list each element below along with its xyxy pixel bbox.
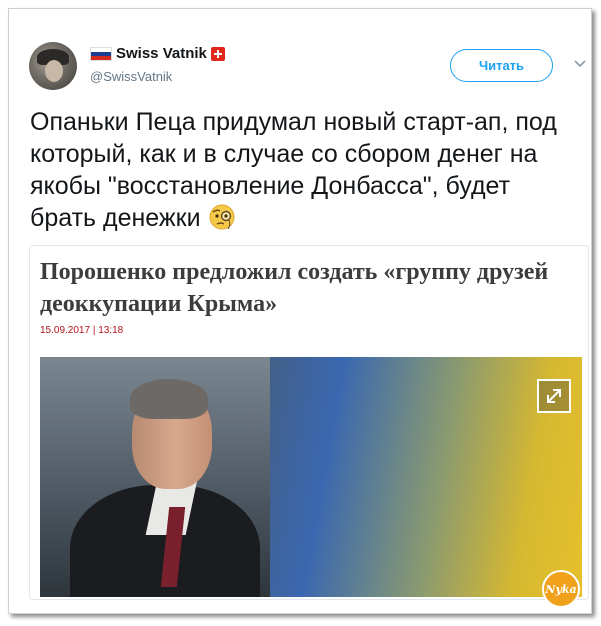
avatar-face — [45, 60, 63, 82]
avatar[interactable] — [29, 42, 77, 90]
card-date: 15.09.2017 | 13:18 — [40, 325, 124, 336]
card-photo[interactable] — [40, 357, 582, 597]
link-card[interactable]: Порошенко предложил создать «группу друз… — [29, 245, 589, 600]
card-title[interactable]: Порошенко предложил создать «группу друз… — [40, 256, 570, 320]
tweet-text: Опаньки Пеца придумал новый старт-ап, по… — [30, 106, 570, 234]
photo-hair — [130, 379, 208, 419]
chevron-down-icon[interactable] — [573, 57, 587, 71]
expand-icon — [547, 389, 561, 403]
watermark-logo: Nyka — [542, 570, 580, 608]
monocle-face-icon — [209, 204, 234, 230]
russia-flag-icon — [90, 46, 112, 61]
tweet-body: Опаньки Пеца придумал новый старт-ап, по… — [30, 108, 557, 232]
display-name[interactable]: Swiss Vatnik — [116, 45, 207, 62]
user-name-row[interactable]: Swiss Vatnik — [90, 45, 225, 62]
expand-button[interactable] — [537, 379, 571, 413]
switzerland-flag-icon — [210, 46, 225, 61]
follow-button[interactable]: Читать — [450, 49, 553, 82]
user-handle[interactable]: @SwissVatnik — [90, 69, 172, 84]
tweet-frame: Swiss Vatnik @SwissVatnik Читать Опаньки… — [8, 8, 592, 614]
